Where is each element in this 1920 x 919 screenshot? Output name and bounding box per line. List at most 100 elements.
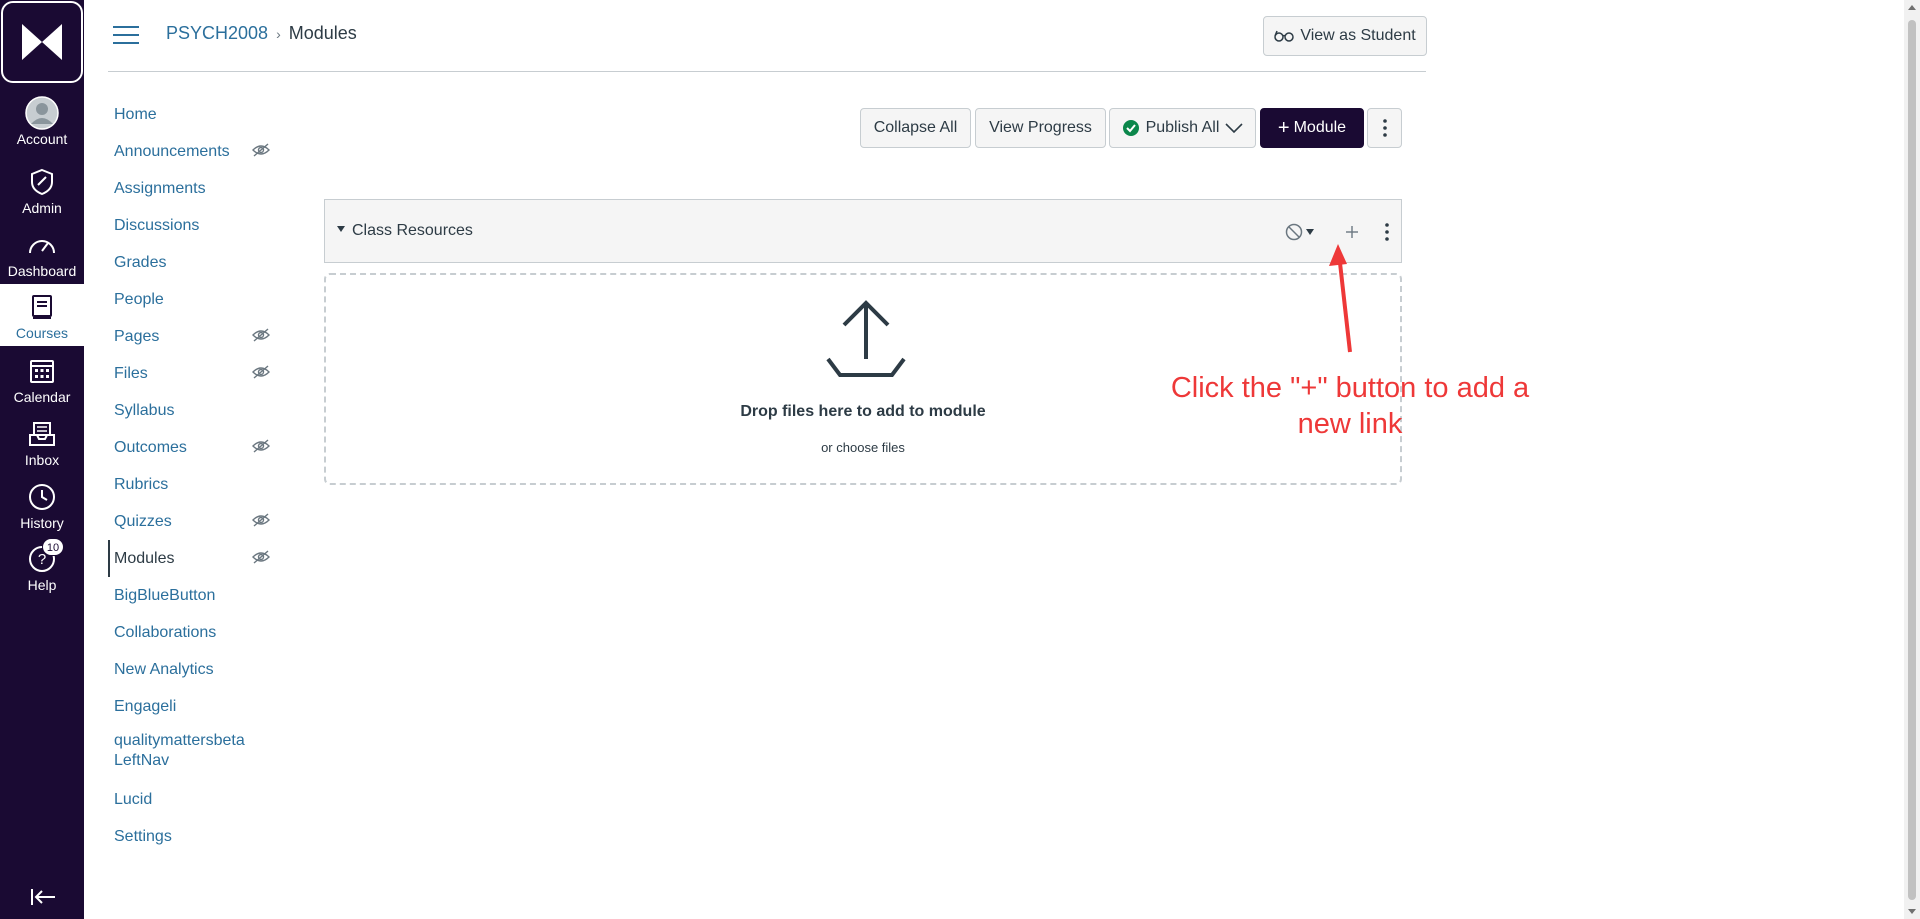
global-nav-help[interactable]: ? 10 Help — [0, 536, 84, 598]
global-nav-admin[interactable]: Admin — [0, 159, 84, 221]
course-nav-label: Pages — [114, 327, 160, 345]
course-nav-home[interactable]: Home — [108, 96, 278, 133]
course-nav-modules[interactable]: Modules — [108, 540, 278, 577]
course-nav-announcements[interactable]: Announcements — [108, 133, 278, 170]
publish-all-button[interactable]: Publish All — [1109, 108, 1256, 148]
course-nav-pages[interactable]: Pages — [108, 318, 278, 355]
course-nav-label: Assignments — [114, 179, 206, 197]
chevron-down-icon — [1225, 123, 1243, 134]
global-nav-dashboard[interactable]: Dashboard — [0, 222, 84, 284]
global-nav-inbox[interactable]: Inbox — [0, 411, 84, 473]
header-divider — [108, 71, 1426, 72]
course-nav-engageli[interactable]: Engageli — [108, 688, 278, 725]
course-nav-label: Announcements — [114, 142, 230, 160]
page-scrollbar[interactable] — [1904, 0, 1920, 919]
course-menu-toggle[interactable] — [113, 24, 139, 46]
course-nav-outcomes[interactable]: Outcomes — [108, 429, 278, 466]
course-nav-label: People — [114, 290, 164, 308]
breadcrumb-course-link[interactable]: PSYCH2008 — [166, 23, 268, 44]
dashboard-gauge-icon — [25, 228, 59, 262]
calendar-icon — [25, 354, 59, 388]
course-nav-people[interactable]: People — [108, 281, 278, 318]
published-check-icon — [1122, 120, 1139, 136]
hidden-eye-icon — [252, 550, 270, 564]
course-nav-label: New Analytics — [114, 660, 214, 678]
course-nav-quizzes[interactable]: Quizzes — [108, 503, 278, 540]
global-nav-label: Inbox — [24, 452, 60, 468]
global-nav-label: Calendar — [13, 389, 71, 405]
hidden-eye-icon — [252, 439, 270, 453]
course-nav-label: qualitymattersbeta LeftNav — [114, 732, 245, 769]
course-nav-label: Outcomes — [114, 438, 187, 456]
add-module-label: Module — [1293, 119, 1347, 136]
breadcrumb: PSYCH2008 › Modules — [166, 23, 357, 44]
course-nav-rubrics[interactable]: Rubrics — [108, 466, 278, 503]
scrollbar-thumb[interactable] — [1908, 20, 1916, 900]
global-nav-label: History — [20, 515, 64, 531]
module-options-button[interactable] — [1375, 218, 1399, 246]
course-nav-settings[interactable]: Settings — [108, 818, 278, 855]
scroll-down-arrow-icon[interactable] — [1908, 909, 1916, 914]
plus-icon — [1346, 226, 1358, 238]
breadcrumb-separator-icon: › — [276, 25, 281, 42]
course-nav-grades[interactable]: Grades — [108, 244, 278, 281]
module-collapse-caret-icon[interactable] — [337, 226, 345, 232]
unpublished-icon — [1285, 223, 1303, 241]
logo-bowtie-icon — [22, 24, 62, 60]
kebab-menu-icon — [1385, 223, 1389, 241]
history-clock-icon — [25, 480, 59, 514]
plus-icon: + — [1277, 117, 1290, 139]
course-nav-label: Rubrics — [114, 475, 169, 493]
global-nav-calendar[interactable]: Calendar — [0, 348, 84, 410]
courses-book-icon — [25, 290, 59, 324]
global-nav-account[interactable]: Account — [0, 90, 84, 152]
global-nav: Account Admin Dashboard Courses Calendar… — [0, 0, 84, 919]
course-nav-label: Quizzes — [114, 512, 172, 530]
kebab-menu-icon — [1382, 119, 1387, 137]
course-nav-label: Syllabus — [114, 401, 175, 419]
glasses-icon — [1274, 30, 1295, 42]
course-nav-label: Home — [114, 105, 157, 123]
module-publish-toggle[interactable] — [1285, 221, 1321, 243]
course-nav-label: Collaborations — [114, 623, 217, 641]
inbox-icon — [25, 417, 59, 451]
add-module-button[interactable]: + Module — [1260, 108, 1364, 148]
annotation-callout: Click the "+" button to add a new link — [1170, 372, 1530, 440]
course-nav-qualitymatters[interactable]: qualitymattersbeta LeftNav — [108, 725, 278, 781]
course-nav-lucid[interactable]: Lucid — [108, 781, 278, 818]
modules-options-button[interactable] — [1367, 108, 1402, 148]
global-nav-history[interactable]: History — [0, 474, 84, 536]
collapse-nav-button[interactable] — [28, 883, 58, 911]
course-nav-label: Modules — [114, 549, 175, 567]
hidden-eye-icon — [252, 328, 270, 342]
account-icon — [25, 96, 59, 130]
help-notification-badge: 10 — [42, 538, 64, 556]
course-nav-new-analytics[interactable]: New Analytics — [108, 651, 278, 688]
scroll-up-arrow-icon[interactable] — [1908, 5, 1916, 10]
view-progress-button[interactable]: View Progress — [975, 108, 1106, 148]
upload-icon — [826, 300, 906, 377]
course-nav-label: BigBlueButton — [114, 586, 216, 604]
course-nav-label: Files — [114, 364, 148, 382]
course-nav-files[interactable]: Files — [108, 355, 278, 392]
institution-logo[interactable] — [1, 1, 83, 83]
course-nav-label: Engageli — [114, 697, 177, 715]
global-nav-courses[interactable]: Courses — [0, 284, 84, 346]
course-nav-assignments[interactable]: Assignments — [108, 170, 278, 207]
choose-files-link[interactable]: or choose files — [326, 440, 1400, 455]
view-as-student-label: View as Student — [1300, 27, 1416, 44]
global-nav-label: Help — [27, 577, 57, 593]
course-nav-bigbluebutton[interactable]: BigBlueButton — [108, 577, 278, 614]
global-nav-label: Account — [16, 131, 68, 147]
publish-all-label: Publish All — [1145, 119, 1220, 136]
course-nav-label: Grades — [114, 253, 167, 271]
course-nav-syllabus[interactable]: Syllabus — [108, 392, 278, 429]
course-nav-collaborations[interactable]: Collaborations — [108, 614, 278, 651]
collapse-all-button[interactable]: Collapse All — [860, 108, 971, 148]
view-as-student-button[interactable]: View as Student — [1263, 16, 1427, 56]
admin-shield-icon — [25, 165, 59, 199]
course-nav-discussions[interactable]: Discussions — [108, 207, 278, 244]
module-header: Class Resources — [324, 199, 1402, 263]
hidden-eye-icon — [252, 513, 270, 527]
module-title: Class Resources — [352, 222, 473, 239]
